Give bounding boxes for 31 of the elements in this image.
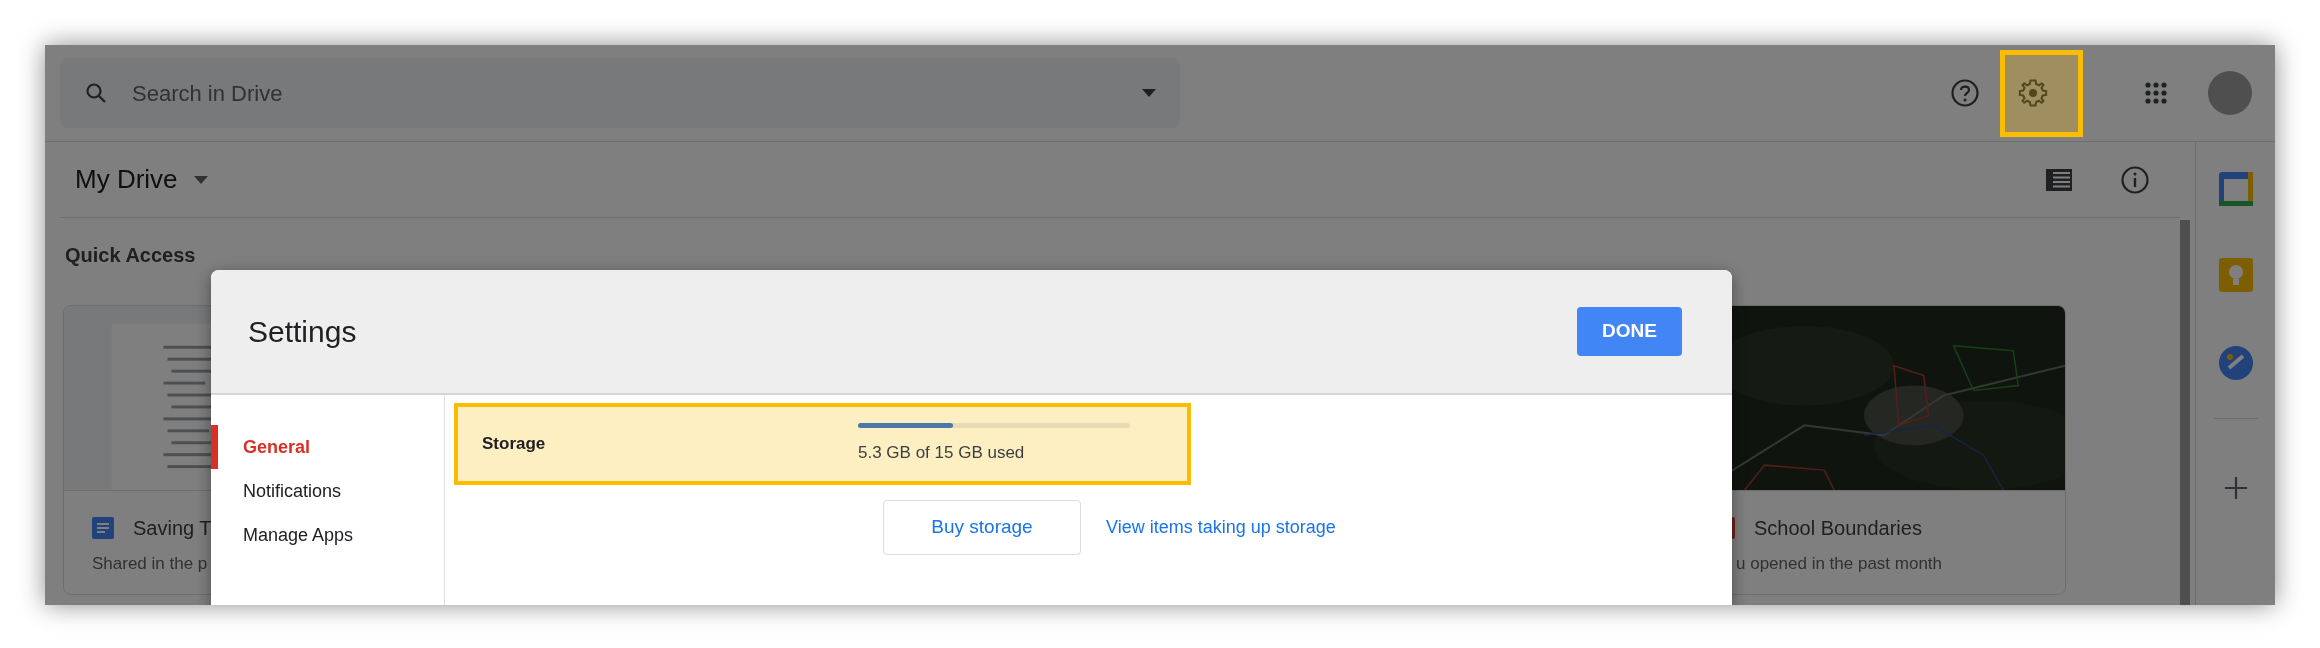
help-icon[interactable] (1950, 78, 1980, 108)
storage-usage: 5.3 GB of 15 GB used (858, 441, 1026, 464)
settings-nav-item[interactable]: Manage Apps (211, 513, 444, 557)
view-items-link[interactable]: View items taking up storage (1106, 514, 1336, 541)
list-view-icon[interactable] (2046, 168, 2072, 191)
scrollbar[interactable] (2180, 220, 2190, 605)
avatar[interactable] (2208, 71, 2252, 115)
info-icon[interactable] (2120, 164, 2150, 195)
plus-icon[interactable] (2224, 477, 2247, 499)
check-icon[interactable] (2218, 346, 2253, 380)
settings-icon[interactable] (2018, 78, 2048, 108)
section-title: Quick Access (65, 243, 197, 268)
done-button[interactable]: DONE (1577, 307, 1682, 356)
search-bar[interactable]: Search in Drive (60, 58, 1180, 128)
dropdown-caret-icon[interactable] (1142, 89, 1156, 97)
buy-storage-button[interactable]: Buy storage (883, 500, 1081, 555)
calendar-icon[interactable] (2218, 172, 2253, 206)
search-field[interactable]: Search in Drive (132, 76, 1118, 110)
storage-label: Storage (482, 433, 547, 456)
settings-nav-item[interactable]: Notifications (211, 469, 444, 513)
search-icon (84, 81, 108, 105)
document-icon (92, 517, 114, 539)
apps-grid-icon[interactable] (2144, 81, 2168, 105)
settings-nav-item[interactable]: General (211, 425, 444, 469)
caret-icon[interactable] (193, 175, 208, 184)
file-subtitle: u opened in the past month (1736, 554, 1943, 573)
drive-title[interactable]: My Drive (75, 160, 178, 199)
file-subtitle: Shared in the p (92, 554, 208, 573)
dialog-title: Settings (248, 314, 357, 350)
file-title: School Boundaries (1754, 516, 1922, 541)
file-title: Saving T (133, 516, 212, 541)
